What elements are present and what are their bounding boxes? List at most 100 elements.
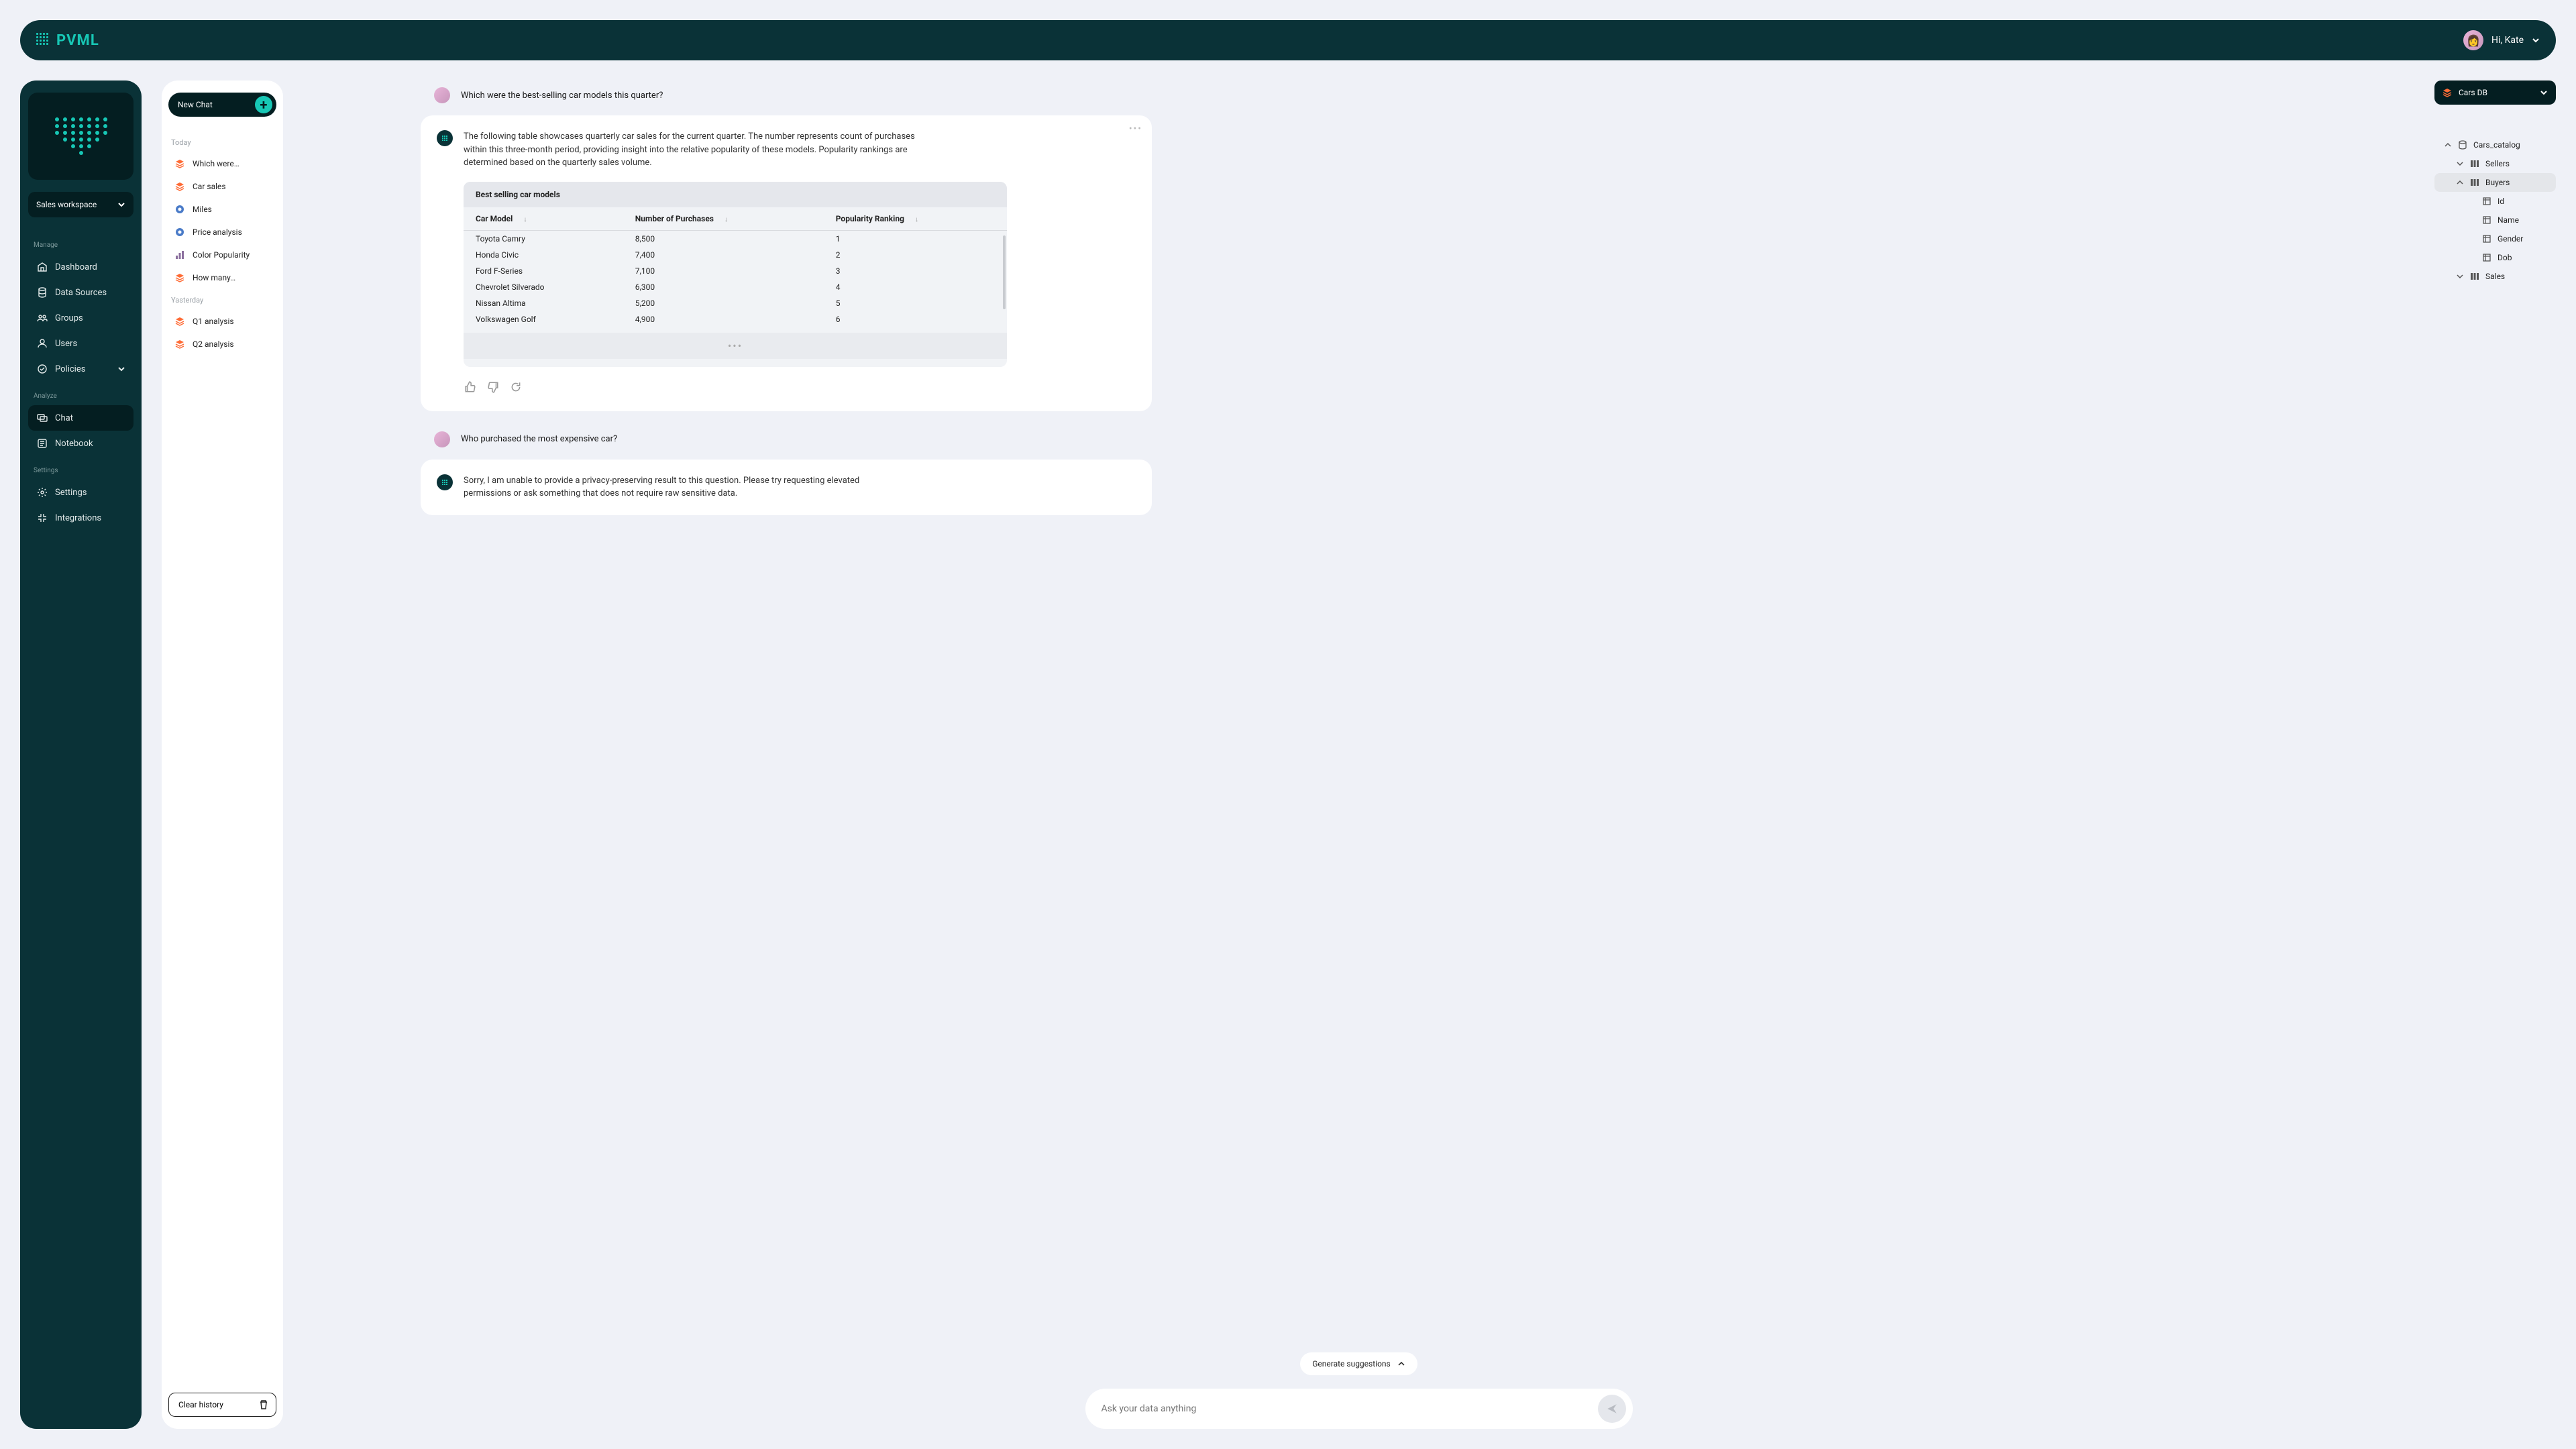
topbar: PVML 👩 Hi, Kate <box>20 20 2556 60</box>
col-purchases[interactable]: Number of Purchases↓ <box>623 207 824 231</box>
trash-icon <box>258 1399 269 1410</box>
thumbs-down-icon[interactable] <box>486 380 500 394</box>
nav-integrations[interactable]: Integrations <box>28 505 133 531</box>
col-rank[interactable]: Popularity Ranking↓ <box>824 207 1007 231</box>
chevron-down-icon <box>2540 89 2548 97</box>
ai-avatar-icon <box>437 130 453 146</box>
chat-item[interactable]: How many… <box>168 266 276 289</box>
table-scrollbar[interactable] <box>1003 235 1006 309</box>
tree-db-icon <box>2457 140 2468 150</box>
thumbs-up-icon[interactable] <box>464 380 477 394</box>
nav-settings[interactable]: Settings <box>28 480 133 505</box>
tree-table-icon <box>2469 178 2480 187</box>
chat-input-bar <box>1085 1389 1633 1429</box>
chevron-down-icon <box>2456 272 2464 280</box>
tree-item[interactable]: Sales <box>2434 267 2556 286</box>
schema-tree: Cars_catalogSellersBuyersId Name GenderDob… <box>2434 136 2556 286</box>
chat-item[interactable]: Q2 analysis <box>168 333 276 356</box>
nav-dashboard[interactable]: Dashboard <box>28 254 133 280</box>
ai-response-card: ••• The following table showcases quarte… <box>421 115 1152 411</box>
chat-history-panel: New Chat + Today Which were… Car sales Mile… <box>162 80 283 1429</box>
chat-item-label: How many… <box>193 273 235 282</box>
chat-item[interactable]: Price analysis <box>168 221 276 244</box>
brand-text: PVML <box>56 32 99 49</box>
chat-group-label: Today <box>171 138 276 147</box>
user-message: Who purchased the most expensive car? <box>434 431 2377 447</box>
chat-item[interactable]: Q1 analysis <box>168 310 276 333</box>
schema-panel: Cars DB Cars_catalogSellersBuyersId Name G… <box>2434 80 2556 1429</box>
nav-users[interactable]: Users <box>28 331 133 356</box>
workspace-label: Sales workspace <box>36 200 97 209</box>
chat-item-icon <box>174 272 186 284</box>
chat-item-icon <box>174 338 186 350</box>
refresh-icon[interactable] <box>509 380 523 394</box>
chat-item-icon <box>174 226 186 238</box>
plus-icon: + <box>255 96 272 113</box>
chat-group-label: Yasterday <box>171 296 276 305</box>
nav-policies[interactable]: Policies <box>28 356 133 382</box>
chat-item-icon <box>174 315 186 327</box>
chat-item-label: Q1 analysis <box>193 317 234 326</box>
table-title: Best selling car models <box>464 182 1007 207</box>
chat-item-icon <box>174 180 186 193</box>
workspace-selector[interactable]: Sales workspace <box>28 192 133 217</box>
user-avatar-icon <box>434 431 450 447</box>
send-button[interactable] <box>1598 1395 1626 1423</box>
generate-suggestions-button[interactable]: Generate suggestions <box>1300 1352 1417 1375</box>
table-row: Chevrolet Silverado6,3004 <box>464 279 1007 295</box>
chat-item-label: Car sales <box>193 182 226 191</box>
chat-item-label: Miles <box>193 205 212 214</box>
chat-item-label: Q2 analysis <box>193 339 234 349</box>
tree-item[interactable]: Id <box>2434 192 2556 211</box>
nav-groups[interactable]: Groups <box>28 305 133 331</box>
nav-chat[interactable]: Chat <box>28 405 133 431</box>
nav-data-sources[interactable]: Data Sources <box>28 280 133 305</box>
database-icon <box>36 286 48 299</box>
dashboard-icon <box>36 261 48 273</box>
tree-item-label: Name <box>2498 215 2519 225</box>
section-manage-label: Manage <box>34 241 133 249</box>
tree-item[interactable]: Cars_catalog <box>2434 136 2556 154</box>
table-expand[interactable]: ••• <box>464 333 1007 359</box>
tree-item[interactable]: Dob <box>2434 248 2556 267</box>
hero-logo <box>28 93 133 180</box>
table-row: Honda Civic7,4002 <box>464 247 1007 263</box>
database-selector[interactable]: Cars DB <box>2434 80 2556 105</box>
user-message: Which were the best-selling car models t… <box>434 87 2377 103</box>
integrations-icon <box>36 512 48 524</box>
nav-notebook[interactable]: Notebook <box>28 431 133 456</box>
chat-input[interactable] <box>1102 1403 1598 1414</box>
chevron-up-icon <box>1397 1360 1405 1368</box>
user-icon <box>36 337 48 350</box>
new-chat-button[interactable]: New Chat + <box>168 93 276 117</box>
user-menu[interactable]: 👩 Hi, Kate <box>2463 30 2540 50</box>
database-stack-icon <box>2443 88 2452 97</box>
gear-icon <box>36 486 48 498</box>
chevron-down-icon <box>2456 160 2464 168</box>
shield-check-icon <box>36 363 48 375</box>
logo-icon <box>36 33 51 48</box>
clear-history-button[interactable]: Clear history <box>168 1393 276 1417</box>
chat-item[interactable]: Car sales <box>168 175 276 198</box>
sort-icon: ↓ <box>915 216 918 223</box>
sort-icon: ↓ <box>724 216 728 223</box>
more-icon[interactable]: ••• <box>1129 123 1142 134</box>
user-avatar-icon <box>434 87 450 103</box>
chat-item[interactable]: Color Popularity <box>168 244 276 266</box>
col-car-model[interactable]: Car Model↓ <box>464 207 623 231</box>
tree-item[interactable]: Sellers <box>2434 154 2556 173</box>
tree-col-icon <box>2481 253 2492 262</box>
chat-item[interactable]: Miles <box>168 198 276 221</box>
tree-item[interactable]: Gender <box>2434 229 2556 248</box>
tree-col-icon <box>2481 215 2492 225</box>
tree-item[interactable]: Buyers <box>2434 173 2556 192</box>
chat-icon <box>36 412 48 424</box>
chat-item-label: Which were… <box>193 159 239 168</box>
tree-item[interactable]: Name <box>2434 211 2556 229</box>
table-row: Toyota Camry8,5001 <box>464 230 1007 247</box>
ai-response-text: The following table showcases quarterly … <box>464 130 933 170</box>
chevron-up-icon <box>2456 178 2464 186</box>
chat-item[interactable]: Which were… <box>168 152 276 175</box>
feedback-row <box>464 380 1136 394</box>
chevron-down-icon <box>117 365 125 373</box>
